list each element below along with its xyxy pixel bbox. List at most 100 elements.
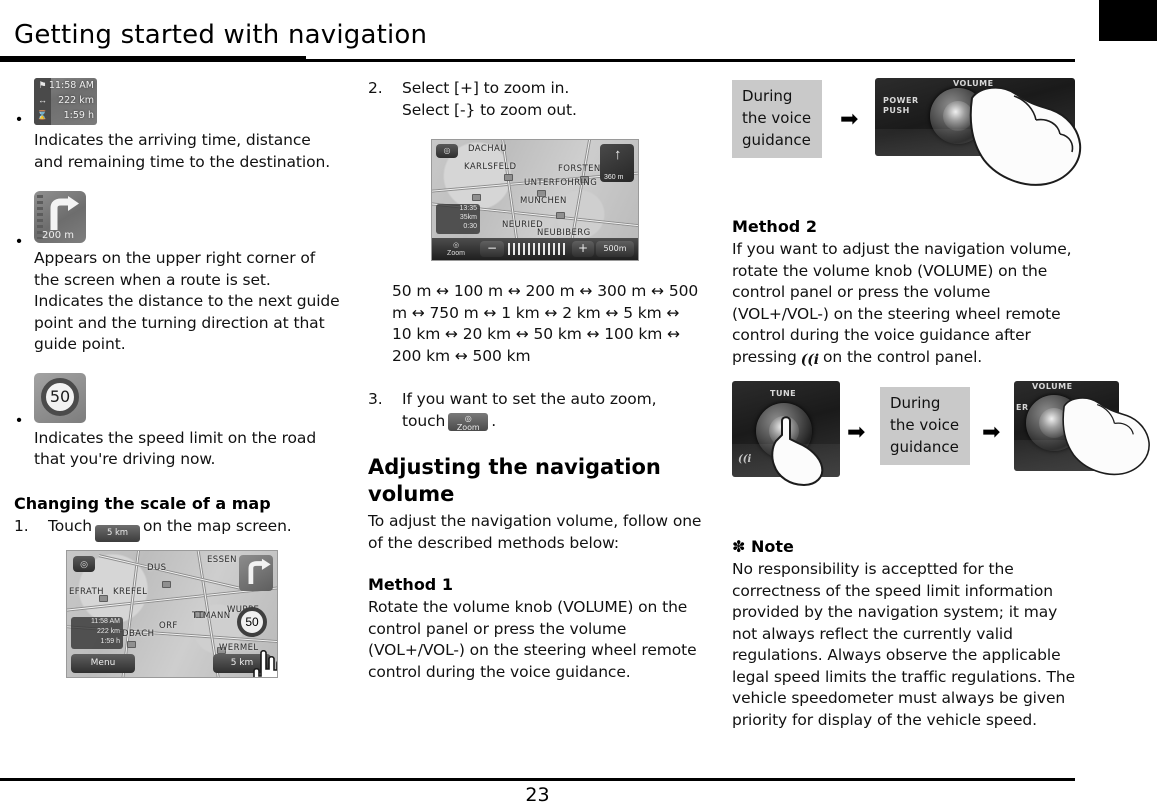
inline-auto-zoom-button-icon[interactable]: ◎ Zoom — [448, 412, 489, 432]
method-2-text: If you want to adjust the navigation vol… — [732, 239, 1077, 371]
speed-limit-value: 50 — [41, 377, 79, 416]
header-rule-thick — [0, 56, 306, 62]
flag-icon: ⚑ — [38, 80, 47, 90]
hand-rotating-knob-icon — [969, 86, 1082, 186]
note-text: No responsibility is acceptted for the c… — [732, 560, 1076, 729]
method-1-text: Rotate the volume knob (VOLUME) on the c… — [368, 598, 697, 681]
scale-sequence: 50 m ↔ 100 m ↔ 200 m ↔ 300 m ↔ 500 m ↔ 7… — [392, 282, 699, 365]
map-zoom-in-button[interactable]: + — [572, 241, 594, 257]
header-rule — [0, 55, 1157, 65]
map-poi — [472, 194, 481, 201]
map-straight-direction-icon: ↑ 360 m — [600, 144, 634, 182]
map-place-label: KREFEL — [113, 586, 148, 597]
step-3-line-1: If you want to set the auto zoom, — [402, 390, 657, 408]
figure2-callout-text: During the voice guidance — [890, 394, 960, 456]
up-arrow-icon: ↑ — [614, 146, 622, 163]
eta-info-icon: ⚑ ↔ ⌛ 11:58 AM 222 km 1:59 h — [34, 78, 97, 125]
turn-distance-label: 200 m — [42, 230, 75, 241]
right-column: During the voice guidance ➡ VOLUME POWER… — [732, 78, 1150, 731]
panel-label-push: PUSH — [883, 106, 910, 115]
note-heading-text: Note — [750, 537, 794, 556]
map-screen-zoom[interactable]: DACHAU KARLSFELD UNTERFOHRING MUNCHEN NE… — [431, 139, 639, 261]
bullet-turn: • 200 m Appears on the upper right corne… — [14, 191, 344, 356]
page-title: Getting started with navigation — [14, 20, 428, 50]
figure1-callout: During the voice guidance — [732, 80, 822, 158]
step-1-text-before: Touch — [48, 516, 92, 535]
map-place-label: KARLSFELD — [464, 162, 517, 172]
left-column: • ⚑ ↔ ⌛ 11:58 AM 222 km 1:59 h Indicates… — [14, 78, 344, 678]
step-1: 1. Touch 5 km on the map screen. — [14, 516, 344, 542]
map-zoom-slider[interactable] — [508, 243, 568, 255]
bullet-marker: • — [16, 411, 22, 429]
note-heading: ✽ Note — [732, 536, 1077, 558]
step-3-text-after: . — [491, 411, 497, 430]
hourglass-icon: ⌛ — [36, 110, 49, 120]
panel-label-tune: TUNE — [770, 389, 797, 398]
map-place-label: NEUBIBERG — [537, 228, 591, 238]
map-eta-info-icon: 13:35 35km 0:30 — [436, 204, 480, 234]
voice-info-icon: ((i — [800, 351, 820, 368]
distance-icon: ↔ — [38, 95, 47, 105]
step-1-text-after: on the map screen. — [143, 516, 292, 535]
speed-limit-icon: 50 — [34, 372, 86, 423]
map-menu-button[interactable]: Menu — [71, 653, 135, 673]
map-eta-arrival: 13:35 — [459, 205, 477, 212]
bullet-marker: • — [16, 111, 22, 128]
map-screen-scale[interactable]: EFRATH KREFEL ESSEN DUS TTMANN WUPPE WER… — [66, 549, 278, 678]
map-eta-remaining: 0:30 — [463, 223, 477, 230]
method-2-heading: Method 2 — [732, 217, 817, 236]
map-poi — [504, 174, 513, 181]
map-place-label: ORF — [159, 620, 178, 631]
map-scale-label: 500m — [596, 241, 634, 257]
map-poi — [556, 212, 565, 219]
right-arrow-icon: ➡ — [840, 106, 859, 131]
map-eta-arrival: 11:58 AM — [90, 617, 120, 625]
right-arrow-icon-2: ➡ — [982, 419, 1001, 444]
figure2-callout: During the voice guidance — [880, 387, 970, 465]
turn-right-arrow-icon — [248, 558, 271, 584]
map-speed-limit-icon: 50 — [237, 606, 267, 637]
section-heading-scale: Changing the scale of a map — [14, 493, 271, 513]
bullet-marker: • — [16, 233, 22, 250]
figure-method-1: During the voice guidance ➡ VOLUME POWER… — [732, 78, 1082, 200]
map-zoom-out-button[interactable]: − — [480, 241, 504, 257]
inline-scale-button-icon[interactable]: 5 km — [95, 524, 140, 542]
map-eta-info-icon: 11:58 AM 222 km 1:59 h — [71, 616, 123, 649]
bullet-eta-text: Indicates the arriving time, distance an… — [34, 131, 331, 171]
step-3-number: 3. — [368, 390, 383, 408]
map-place-label: DUS — [147, 562, 167, 573]
map-place-label: DACHAU — [468, 144, 507, 154]
page-header: Getting started with navigation — [14, 20, 1114, 50]
middle-column: 2. Select [+] to zoom in. Select [-} to … — [368, 78, 702, 683]
map-eta-distance: 222 km — [97, 627, 120, 635]
map-turn-distance: 360 m — [604, 174, 624, 181]
map-compass-icon[interactable]: ◎ — [436, 144, 458, 158]
map-place-label: UNTERFOHRING — [524, 178, 598, 188]
note-marker-icon: ✽ — [732, 537, 746, 556]
map-place-label: EFRATH — [69, 586, 104, 597]
bullet-speed: • 50 Indicates the speed limit on the ro… — [14, 372, 344, 471]
hand-rotating-knob-icon-2 — [1062, 397, 1150, 476]
step-2-number: 2. — [368, 79, 383, 97]
map-compass-icon[interactable]: ◎ — [73, 555, 95, 572]
map-place-label: MUNCHEN — [520, 196, 567, 206]
panel-label-er: ER — [1016, 403, 1029, 412]
map-poi — [127, 640, 136, 648]
method-2-text-after: on the control panel. — [823, 347, 983, 366]
right-arrow-icon: ➡ — [847, 419, 866, 444]
volume-intro-text: To adjust the navigation volume, follow … — [368, 512, 702, 552]
hand-cursor-icon — [253, 649, 277, 677]
map-auto-zoom-button[interactable]: ◎ Zoom — [436, 241, 476, 257]
map-eta-distance: 35km — [459, 214, 477, 221]
map-place-label: ESSEN — [207, 554, 237, 565]
turn-right-arrow-icon — [50, 196, 79, 230]
figure-method-2: TUNE ((i ➡ During the voice guidance ➡ V… — [732, 381, 1150, 496]
map-zoom-bar: ◎ Zoom − + 500m — [432, 238, 638, 260]
turn-direction-icon: 200 m — [34, 191, 86, 243]
map-place-label: TTMANN — [192, 610, 231, 621]
footer-rule — [0, 778, 1075, 781]
eta-arrival-time: 11:58 AM — [48, 80, 94, 91]
step-3-text-before: touch — [402, 411, 446, 430]
map-place-label: DBACH — [122, 628, 155, 639]
figure1-callout-text: During the voice guidance — [742, 87, 812, 149]
